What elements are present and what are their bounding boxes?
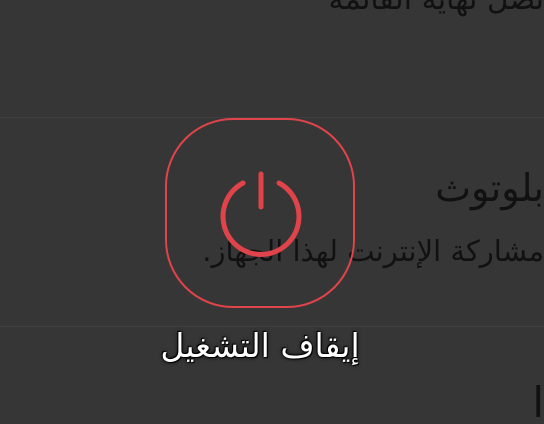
background-list-item-top: تصل نهاية القائمة — [329, 0, 544, 17]
background-list-item-bottom: ا — [532, 378, 544, 424]
power-icon — [220, 171, 302, 257]
power-off-button[interactable] — [165, 118, 355, 308]
power-menu-screen: تصل نهاية القائمة بلوتوث مشاركة الإنترنت… — [0, 0, 544, 424]
background-bluetooth-title: بلوتوث — [435, 166, 544, 210]
power-off-label: إيقاف التشغيل — [160, 326, 360, 365]
